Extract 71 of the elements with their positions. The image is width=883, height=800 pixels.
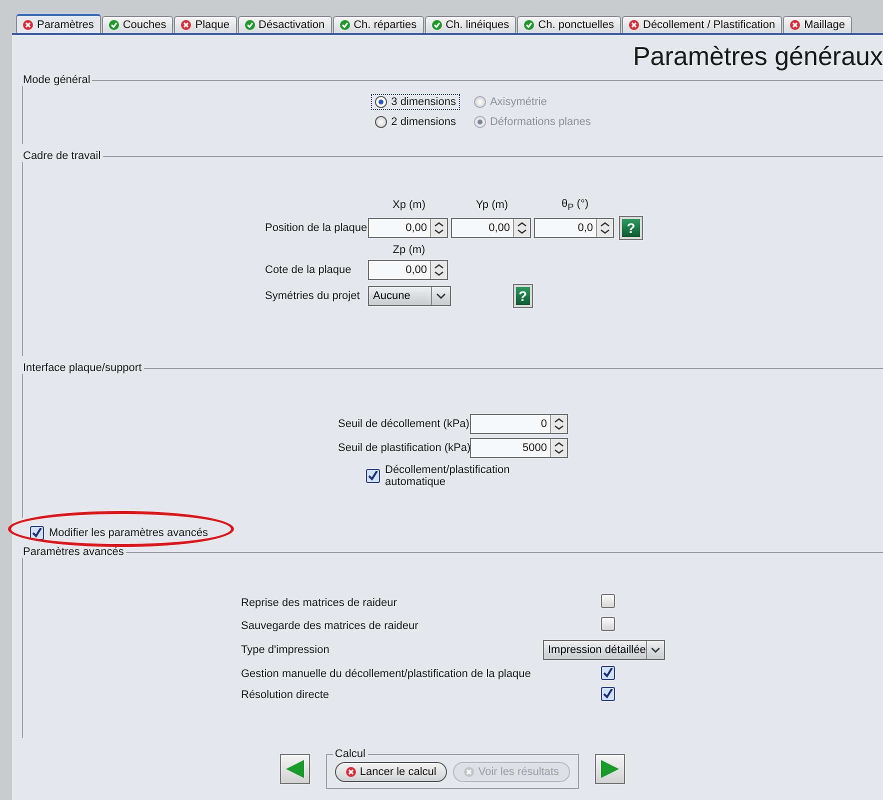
checkbox[interactable] <box>601 594 615 608</box>
option-label: Gestion manuelle du décollement/plastification de la plaque <box>241 668 532 680</box>
tab[interactable]: Ch. ponctuelles <box>517 16 621 33</box>
field-label: Symétries du projet <box>265 290 361 302</box>
field-label: Position de la plaque <box>265 222 367 234</box>
field-label: Seuil de plastification (kPa) <box>338 442 470 454</box>
tab[interactable]: Maillage <box>783 16 852 33</box>
column-header: Yp (m) <box>474 199 510 212</box>
tab[interactable]: Plaque <box>174 16 237 33</box>
cross-circle-icon <box>464 767 474 777</box>
cross-circle-icon <box>181 20 192 30</box>
column-header: Zp (m) <box>392 244 426 256</box>
checkbox[interactable] <box>601 687 615 701</box>
number-field[interactable]: 0 <box>470 414 568 434</box>
spinner-arrows-icon[interactable] <box>550 439 567 457</box>
check-circle-icon <box>340 20 350 30</box>
spinner-arrows-icon[interactable] <box>430 219 447 238</box>
checkbox[interactable] <box>601 617 615 631</box>
tab[interactable]: Ch. réparties <box>332 16 424 33</box>
column-header: θ$_{P}$ (°) <box>560 198 590 212</box>
cross-circle-icon <box>23 20 33 30</box>
left-arrow-icon <box>284 758 305 778</box>
spinner-arrows-icon[interactable] <box>513 219 530 238</box>
checkbox-label: Décollement/plastification automatique <box>385 464 511 488</box>
help-button[interactable]: ? <box>619 216 643 240</box>
check-circle-icon <box>432 20 442 30</box>
group-title: Interface plaque/support <box>22 362 143 374</box>
check-circle-icon <box>524 20 534 30</box>
tab[interactable]: Ch. linéiques <box>424 16 516 33</box>
group-title: Paramètres avancés <box>22 546 125 558</box>
spinner-arrows-icon[interactable] <box>550 415 567 433</box>
option-label: Sauvegarde des matrices de raideur <box>241 620 420 632</box>
tab[interactable]: Couches <box>102 16 174 33</box>
next-button[interactable] <box>595 754 626 784</box>
spinner-arrows-icon[interactable] <box>430 261 447 280</box>
action-button[interactable]: Lancer le calcul <box>334 762 448 782</box>
right-arrow-icon <box>600 758 620 778</box>
field-label: Seuil de décollement (kPa) <box>338 418 470 430</box>
dropdown[interactable]: Aucune <box>368 286 450 306</box>
column-header: Xp (m) <box>392 199 426 212</box>
number-field[interactable]: 0,00 <box>368 218 448 238</box>
check-circle-icon <box>108 20 119 30</box>
tab[interactable]: Désactivation <box>238 16 332 33</box>
radio-option[interactable]: 2 dimensions <box>371 114 460 130</box>
page-title: Paramètres généraux <box>632 40 883 73</box>
tab[interactable]: Paramètres <box>16 14 101 33</box>
number-field[interactable]: 0,00 <box>451 218 531 238</box>
number-field[interactable]: 0,0 <box>534 218 614 238</box>
previous-button[interactable] <box>280 754 310 784</box>
checkbox[interactable] <box>601 666 615 680</box>
tab[interactable]: Décollement / Plastification <box>622 16 782 33</box>
radio-option[interactable]: 3 dimensions <box>371 94 460 110</box>
option-label: Type d'impression <box>241 644 330 656</box>
checkbox[interactable] <box>30 526 44 540</box>
field-label: Cote de la plaque <box>265 264 352 276</box>
cross-circle-icon <box>346 767 356 777</box>
cross-circle-icon <box>629 20 639 30</box>
option-label: Reprise des matrices de raideur <box>241 596 398 608</box>
group-title: Calcul <box>334 748 366 760</box>
checkbox-label: Modifier les paramètres avancés <box>49 527 208 539</box>
check-circle-icon <box>244 20 255 30</box>
checkbox[interactable] <box>366 469 380 483</box>
dropdown[interactable]: Impression détaillée <box>543 640 665 660</box>
number-field[interactable]: 5000 <box>470 438 568 458</box>
option-label: Résolution directe <box>241 688 330 700</box>
help-button[interactable]: ? <box>512 284 533 308</box>
cross-circle-icon <box>790 20 800 30</box>
group-title: Mode général <box>22 74 92 86</box>
group-title: Cadre de travail <box>22 150 102 162</box>
number-field[interactable]: 0,00 <box>368 260 448 280</box>
spinner-arrows-icon[interactable] <box>596 219 613 238</box>
